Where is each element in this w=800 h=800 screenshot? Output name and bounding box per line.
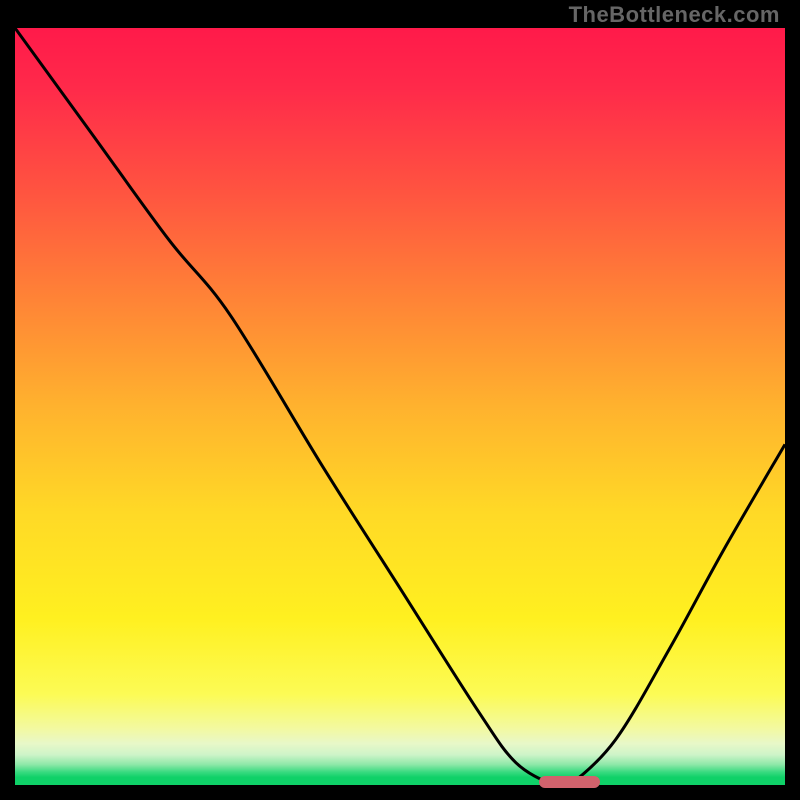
curve-path: [15, 28, 785, 785]
chart-frame: TheBottleneck.com: [0, 0, 800, 800]
optimal-range-marker: [539, 776, 601, 788]
watermark-text: TheBottleneck.com: [569, 2, 780, 28]
bottleneck-curve: [15, 28, 785, 785]
plot-area: [15, 28, 785, 785]
